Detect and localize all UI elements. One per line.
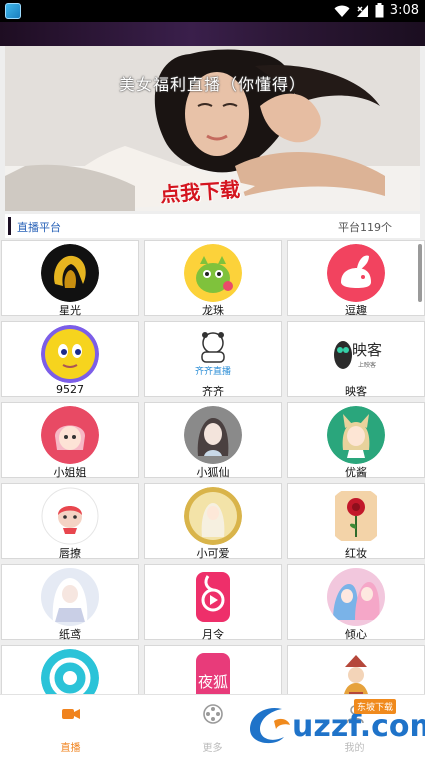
bear-logo-icon: 齐齐直播 bbox=[184, 325, 242, 383]
platform-tile[interactable]: 星光 bbox=[1, 240, 139, 317]
platform-label: 齐齐 bbox=[202, 385, 224, 398]
platform-tile[interactable]: 映客 上映客 映客 bbox=[287, 321, 425, 398]
platform-label: 月令 bbox=[202, 628, 224, 641]
night-fox-icon: 夜狐 bbox=[184, 649, 242, 694]
platform-tile[interactable]: 逗趣 bbox=[287, 240, 425, 317]
status-bar: 3:08 bbox=[0, 0, 425, 22]
status-time: 3:08 bbox=[389, 3, 419, 18]
section-title: 直播平台 bbox=[17, 221, 61, 234]
watermark-badge: 东坡下载 bbox=[354, 699, 397, 714]
green-dragon-icon bbox=[184, 244, 242, 302]
banner-download-cta[interactable]: 点我下载 bbox=[159, 173, 241, 208]
grid-scrollbar[interactable] bbox=[418, 244, 422, 302]
platform-label: 红妆 bbox=[345, 547, 367, 560]
anime-duo-icon bbox=[327, 568, 385, 626]
cartoon-girl-icon bbox=[41, 487, 99, 545]
platform-tile[interactable]: 唇撩 bbox=[1, 483, 139, 560]
platform-label: 纸鸢 bbox=[59, 628, 81, 641]
pink-play-icon bbox=[184, 568, 242, 626]
owl-logo-icon: 映客 上映客 bbox=[327, 325, 385, 383]
signal-x-icon bbox=[356, 4, 368, 17]
white-hair-girl-icon bbox=[41, 568, 99, 626]
section-accent-bar bbox=[8, 217, 11, 235]
promo-banner[interactable]: 美女福利直播（你懂得） 点我下载 bbox=[5, 46, 420, 211]
battery-icon bbox=[375, 3, 384, 18]
platform-tile[interactable]: 倾心 bbox=[287, 564, 425, 641]
app-root: { "status_bar": { "time": "3:08" }, "ban… bbox=[0, 0, 425, 757]
watermark-text: uzzf.com bbox=[292, 709, 425, 744]
platform-tile[interactable]: 月令 bbox=[144, 564, 282, 641]
header-strip bbox=[0, 22, 425, 46]
film-reel-icon bbox=[203, 704, 223, 724]
golden-hair-logo-icon bbox=[41, 244, 99, 302]
video-camera-icon bbox=[62, 709, 80, 719]
platform-tile[interactable]: 齐齐直播 齐齐 bbox=[144, 321, 282, 398]
platform-label: 映客 bbox=[345, 385, 367, 398]
banner-title: 美女福利直播（你懂得） bbox=[118, 75, 306, 94]
platform-tile[interactable]: 红妆 bbox=[287, 483, 425, 560]
platform-label: 倾心 bbox=[345, 628, 367, 641]
platform-tile[interactable]: 龙珠 bbox=[144, 240, 282, 317]
platform-tile[interactable]: 夜狐 bbox=[144, 645, 282, 694]
red-rose-icon bbox=[327, 487, 385, 545]
platform-tile[interactable]: 纸鸢 bbox=[1, 564, 139, 641]
platform-label: 小姐姐 bbox=[53, 466, 87, 479]
platform-tile[interactable]: 小狐仙 bbox=[144, 402, 282, 479]
cartoon-character-icon bbox=[327, 649, 385, 694]
nav-tab-live[interactable]: 直播 bbox=[0, 695, 141, 757]
anime-fox-girl-icon bbox=[327, 406, 385, 464]
svg-text:映客: 映客 bbox=[352, 341, 382, 359]
section-header: 直播平台 平台119个 bbox=[5, 214, 420, 238]
platform-label: 逗趣 bbox=[345, 304, 367, 317]
platform-label: 优酱 bbox=[345, 466, 367, 479]
anime-girl-sketch-icon bbox=[184, 406, 242, 464]
platform-tile[interactable]: 小可爱 bbox=[144, 483, 282, 560]
platform-tile[interactable]: 小姐姐 bbox=[1, 402, 139, 479]
platform-label: 小狐仙 bbox=[196, 466, 230, 479]
pink-bunny-icon bbox=[327, 244, 385, 302]
platform-count: 平台119个 bbox=[338, 221, 392, 234]
svg-text:上映客: 上映客 bbox=[358, 361, 376, 369]
app-notification-icon bbox=[5, 3, 21, 19]
nav-label: 直播 bbox=[60, 743, 81, 754]
svg-text:齐齐直播: 齐齐直播 bbox=[195, 365, 231, 377]
yellow-face-icon bbox=[41, 325, 99, 383]
status-indicators: 3:08 bbox=[334, 3, 419, 18]
platform-label: 小可爱 bbox=[196, 547, 230, 560]
svg-text:夜狐: 夜狐 bbox=[198, 673, 228, 691]
anime-girl-pink-icon bbox=[41, 406, 99, 464]
platform-label: 9527 bbox=[56, 383, 84, 396]
platform-tile[interactable]: 优酱 bbox=[287, 402, 425, 479]
platform-tile[interactable]: 9527 bbox=[1, 321, 139, 397]
cyan-camera-icon bbox=[41, 649, 99, 694]
platform-label: 星光 bbox=[59, 304, 81, 317]
watermark-swoosh-icon bbox=[250, 707, 290, 744]
platform-label: 龙珠 bbox=[202, 304, 224, 317]
platform-tile[interactable] bbox=[1, 645, 139, 694]
platform-grid: 星光 龙珠 逗趣 9527 齐齐直播 齐齐 映客 上映客 映客 小姐姐 小狐仙 … bbox=[0, 239, 425, 694]
platform-label: 唇撩 bbox=[59, 547, 81, 560]
coin-girl-icon bbox=[184, 487, 242, 545]
site-watermark: uzzf.com 东坡下载 bbox=[244, 697, 425, 749]
wifi-icon bbox=[334, 5, 350, 17]
platform-tile[interactable] bbox=[287, 645, 425, 694]
